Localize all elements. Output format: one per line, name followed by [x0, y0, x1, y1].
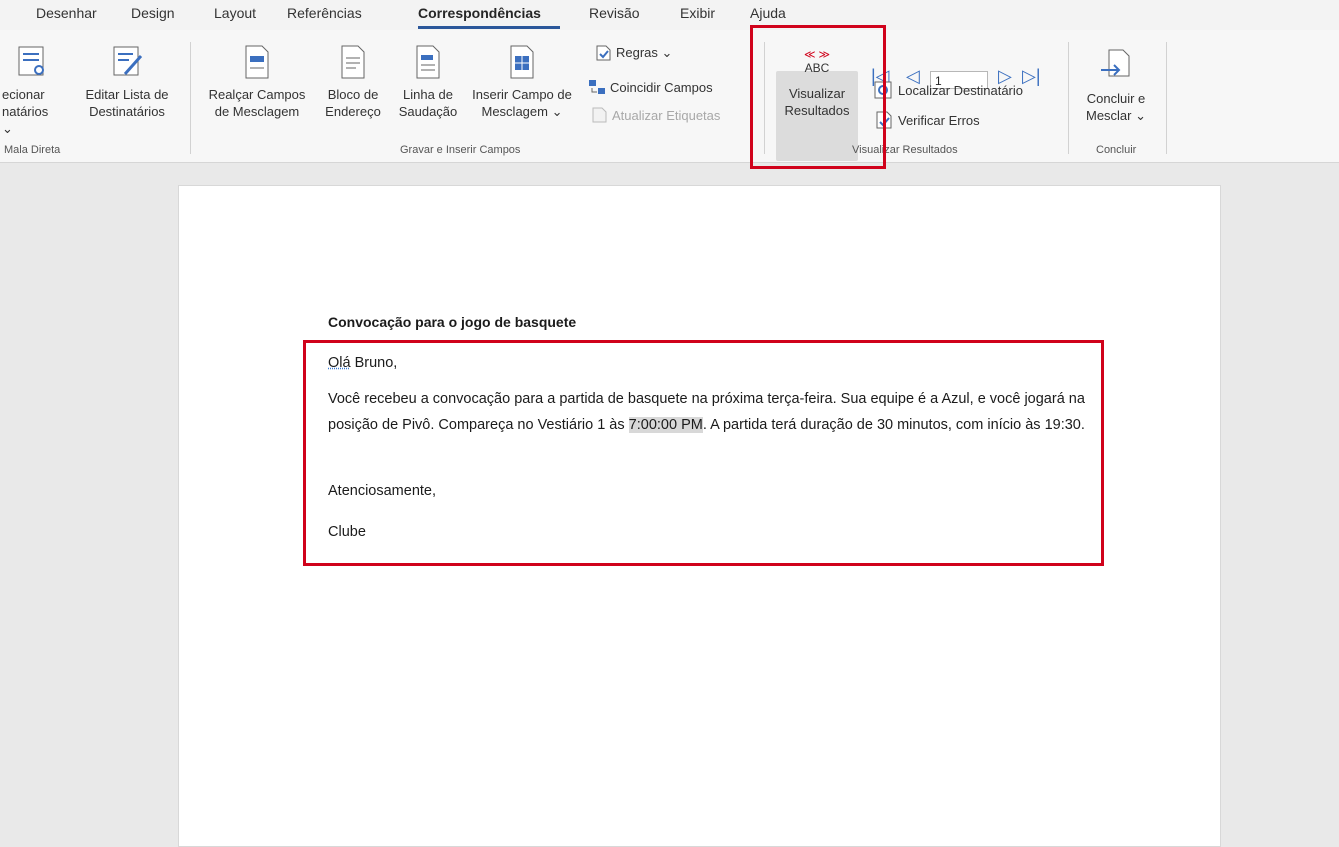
find-recipient-label: Localizar Destinatário [898, 82, 1024, 98]
tab-referencias[interactable]: Referências [287, 5, 362, 21]
find-recipient-button[interactable]: Localizar Destinatário [874, 80, 1023, 100]
highlight-merge-fields-button[interactable]: Realçar Campos de Mesclagem [200, 44, 314, 120]
last-record-icon[interactable]: ▷| [1022, 66, 1041, 87]
insert-merge-field-button[interactable]: Inserir Campo de Mesclagem ⌄ [462, 44, 582, 120]
finish-merge-line1: Concluir e [1086, 91, 1146, 106]
tab-correspondencias[interactable]: Correspondências [418, 5, 541, 21]
group-separator [190, 42, 191, 154]
rules-icon [596, 45, 611, 61]
recipients-list-icon [18, 46, 44, 76]
rules-button[interactable]: Regras ⌄ [594, 44, 672, 62]
select-recipients-line2: natários ⌄ [2, 104, 49, 136]
greeting-line-button[interactable]: Linha de Saudação [394, 44, 462, 120]
insert-field-line1: Inserir Campo de [472, 87, 572, 102]
tab-revisao[interactable]: Revisão [589, 5, 640, 21]
address-block-line2: Endereço [325, 104, 381, 119]
edit-list-icon [113, 46, 143, 76]
match-fields-button[interactable]: Coincidir Campos [588, 78, 713, 96]
document-title: Convocação para o jogo de basquete [328, 314, 577, 330]
update-labels-button[interactable]: Atualizar Etiquetas [590, 106, 720, 124]
insert-field-icon [510, 45, 534, 79]
group-label-mala-direta: Mala Direta [4, 144, 61, 156]
select-recipients-button[interactable]: ecionar natários ⌄ [0, 44, 62, 137]
finish-merge-line2: Mesclar ⌄ [1085, 108, 1146, 123]
update-labels-icon [592, 107, 607, 123]
address-block-line1: Bloco de [327, 87, 379, 102]
tab-ajuda[interactable]: Ajuda [750, 5, 786, 21]
finish-merge-button[interactable]: Concluir e Mesclar ⌄ [1076, 48, 1156, 124]
tab-layout[interactable]: Layout [214, 5, 256, 21]
group-separator [1166, 42, 1167, 154]
tab-design[interactable]: Design [131, 5, 175, 21]
group-label-gravar-inserir: Gravar e Inserir Campos [400, 144, 521, 156]
highlight-line1: Realçar Campos [208, 87, 306, 102]
finish-merge-icon [1101, 49, 1130, 77]
match-fields-label: Coincidir Campos [610, 79, 713, 95]
ribbon-tab-bar: Desenhar Design Layout Referências Corre… [0, 0, 1339, 30]
tab-desenhar[interactable]: Desenhar [36, 5, 97, 21]
address-block-icon [341, 45, 365, 79]
greeting-line-line1: Linha de [403, 87, 453, 102]
edit-list-line2: Destinatários [89, 104, 165, 119]
greeting-line-icon [416, 45, 440, 79]
ribbon: ecionar natários ⌄ Editar Lista de Desti… [0, 30, 1339, 163]
address-block-button[interactable]: Bloco de Endereço [318, 44, 388, 120]
highlight-fields-icon [245, 45, 269, 79]
edit-recipient-list-button[interactable]: Editar Lista de Destinatários [72, 44, 182, 120]
group-separator [1068, 42, 1069, 154]
insert-field-line2: Mesclagem ⌄ [481, 104, 563, 119]
check-errors-button[interactable]: Verificar Erros [874, 110, 980, 130]
annotation-box-letter [303, 340, 1104, 566]
greeting-line-line2: Saudação [398, 104, 458, 119]
tab-exibir[interactable]: Exibir [680, 5, 715, 21]
update-labels-label: Atualizar Etiquetas [612, 107, 721, 123]
match-fields-icon [589, 80, 605, 94]
group-label-concluir: Concluir [1096, 144, 1137, 156]
annotation-box-preview [750, 25, 886, 169]
edit-list-line1: Editar Lista de [85, 87, 169, 102]
select-recipients-line1: ecionar [2, 87, 45, 102]
check-errors-label: Verificar Erros [898, 112, 980, 128]
active-tab-indicator [418, 26, 560, 29]
rules-label: Regras ⌄ [616, 45, 673, 60]
highlight-line2: de Mesclagem [214, 104, 300, 119]
